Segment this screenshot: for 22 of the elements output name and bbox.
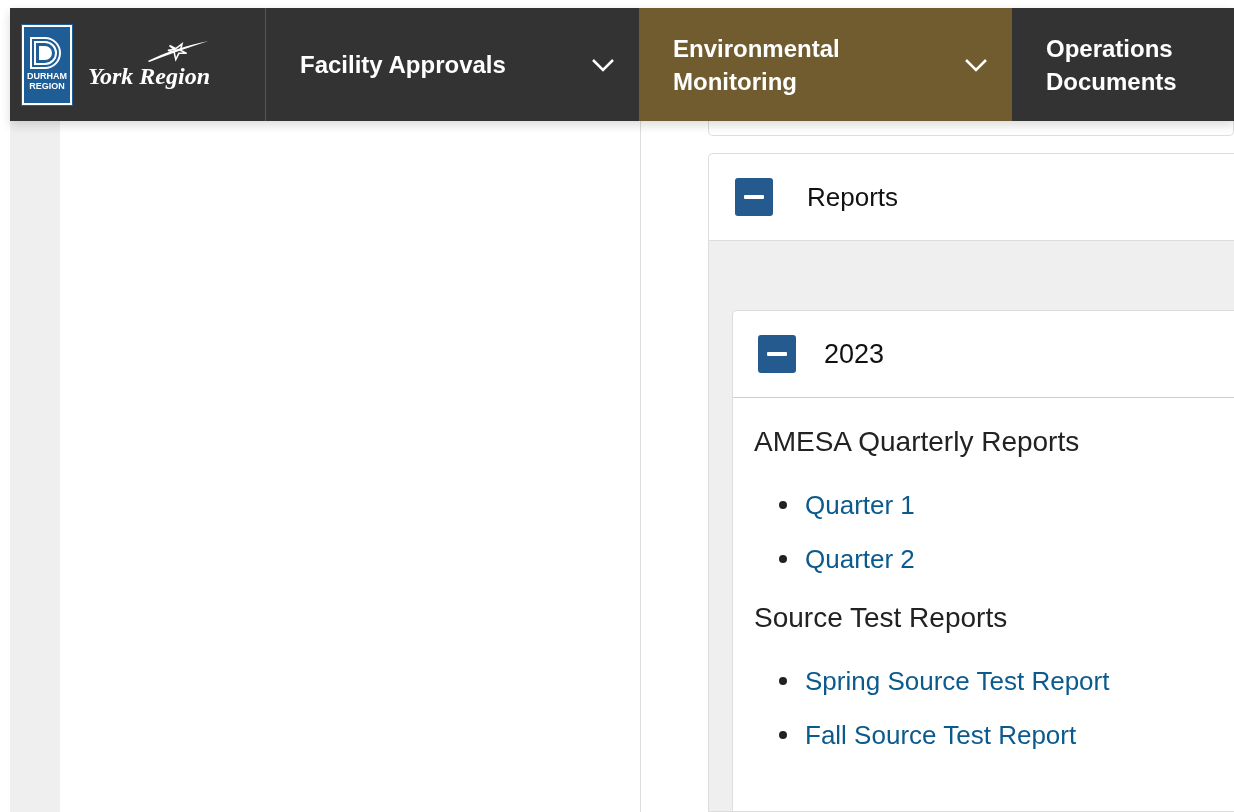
report-link[interactable]: Spring Source Test Report <box>805 665 1110 697</box>
collapse-button[interactable] <box>735 178 773 216</box>
york-logo[interactable]: York Region <box>88 39 210 90</box>
section-heading: AMESA Quarterly Reports <box>754 426 1081 458</box>
section-heading: Source Test Reports <box>754 602 1009 634</box>
bullet-icon <box>779 731 787 739</box>
bullet-icon <box>779 555 787 563</box>
bullet-icon <box>779 501 787 509</box>
logo-text: REGION <box>29 80 65 91</box>
logo-text: York Region <box>88 63 210 90</box>
nav-menu-item[interactable]: Environmental Monitoring <box>639 8 1012 121</box>
durham-logo[interactable]: DURHAM REGION <box>22 24 72 105</box>
collapse-button[interactable] <box>758 335 796 373</box>
report-link[interactable]: Quarter 2 <box>805 543 915 575</box>
bullet-icon <box>779 677 787 685</box>
logo-text: DURHAM <box>27 70 67 81</box>
nav-menu-item[interactable]: Operations Documents <box>1012 8 1234 121</box>
panel-title: 2023 <box>824 338 885 370</box>
panel-title: Reports <box>807 181 899 213</box>
nav-menu-item[interactable]: Facility Approvals <box>266 8 639 121</box>
report-link[interactable]: Quarter 1 <box>805 489 915 521</box>
report-link[interactable]: Fall Source Test Report <box>805 719 1077 751</box>
